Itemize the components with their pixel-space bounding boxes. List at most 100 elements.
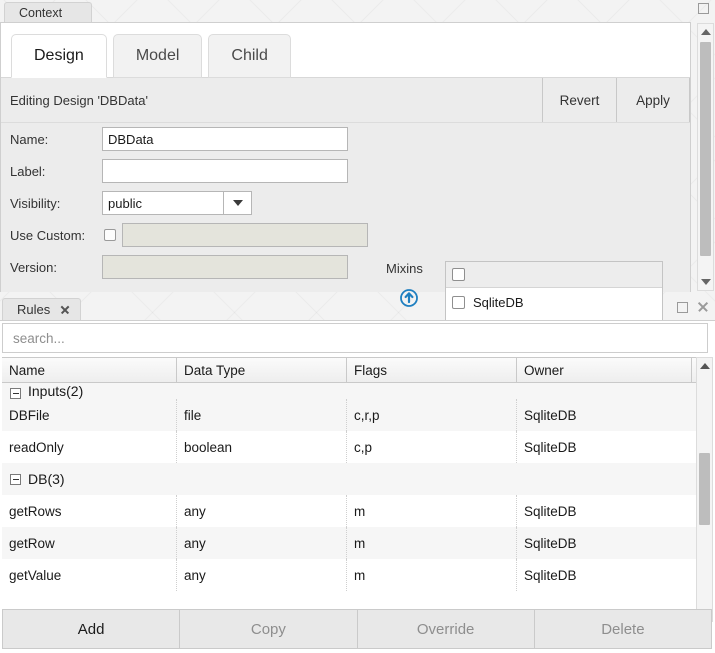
table-group-label: Inputs(2) (28, 383, 84, 399)
version-input (102, 255, 348, 279)
tab-rules-label: Rules (17, 302, 51, 317)
table-group-label: DB(3) (28, 471, 65, 487)
mixins-list-header (446, 262, 662, 288)
column-header-data-type[interactable]: Data Type (177, 358, 347, 382)
tab-design[interactable]: Design (11, 34, 107, 78)
cell-data-type: any (177, 559, 347, 591)
table-group-row[interactable]: DB(3) (2, 463, 712, 495)
visibility-label: Visibility: (10, 195, 61, 211)
copy-button: Copy (180, 610, 358, 648)
tab-design-label: Design (34, 47, 84, 64)
scroll-down-arrow-icon[interactable] (698, 274, 713, 290)
rules-window-controls (677, 301, 709, 313)
override-label: Override (416, 620, 475, 638)
apply-label: Apply (636, 92, 670, 108)
table-row[interactable]: getValue any m SqliteDB (2, 559, 712, 591)
column-header-owner[interactable]: Owner (517, 358, 692, 382)
cell-data-type: any (177, 495, 347, 527)
delete-label: Delete (601, 620, 645, 638)
table-group-row[interactable]: Inputs(2) (2, 383, 712, 399)
tab-context-label: Context (19, 5, 63, 20)
context-scroll-thumb[interactable] (700, 42, 711, 256)
context-body: Design Model Child Editing Design 'DBDat… (0, 22, 691, 415)
context-panel: Context Design Model Child Editing Desig… (0, 0, 715, 415)
cell-name: readOnly (2, 431, 177, 463)
rules-vertical-scrollbar[interactable] (696, 357, 713, 622)
maximize-icon[interactable] (677, 301, 688, 313)
rules-table-body: Inputs(2) DBFile file c,r,p SqliteDB rea… (2, 383, 712, 621)
table-row[interactable]: readOnly boolean c,p SqliteDB (2, 431, 712, 463)
column-header-flags[interactable]: Flags (347, 358, 517, 382)
copy-label: Copy (250, 620, 286, 638)
scroll-up-arrow-icon[interactable] (697, 358, 712, 374)
name-input-value: DBData (108, 131, 154, 147)
rules-panel: Rules Name Data Type Flags Owner Input (0, 296, 715, 653)
add-label: Add (77, 620, 105, 638)
rules-table-header: Name Data Type Flags Owner (2, 357, 712, 383)
rules-scroll-thumb[interactable] (699, 453, 710, 525)
cell-name: DBFile (2, 399, 177, 431)
visibility-select-toggle[interactable] (224, 191, 252, 215)
search-input-field[interactable] (11, 329, 707, 347)
tab-rules[interactable]: Rules (2, 298, 82, 320)
override-button: Override (358, 610, 535, 648)
column-header-name[interactable]: Name (2, 358, 177, 382)
cell-owner: SqliteDB (524, 439, 577, 455)
rules-action-bar: Add Copy Override Delete (2, 609, 712, 649)
field-row-visibility: Visibility: public (1, 187, 381, 219)
field-row-use-custom: Use Custom: (1, 219, 381, 251)
form-fields: Name: DBData Label: Visibility: public U… (1, 123, 381, 283)
cell-name: getValue (2, 559, 177, 591)
cell-flags: c,r,p (347, 399, 517, 431)
add-button[interactable]: Add (3, 610, 181, 648)
maximize-icon[interactable] (698, 3, 709, 14)
close-icon[interactable] (697, 301, 709, 313)
label-input[interactable] (102, 159, 348, 183)
design-model-child-tabs: Design Model Child (1, 23, 690, 78)
cell-data-type: any (177, 527, 347, 559)
visibility-select[interactable]: public (102, 191, 224, 215)
table-row[interactable]: DBFile file c,r,p SqliteDB (2, 399, 712, 431)
cell-owner: SqliteDB (524, 535, 577, 551)
name-input[interactable]: DBData (102, 127, 348, 151)
tab-model-label: Model (135, 47, 180, 64)
context-window-controls (698, 3, 709, 14)
table-row[interactable]: getRows any m SqliteDB (2, 495, 712, 527)
name-label: Name: (10, 131, 49, 147)
tab-child[interactable]: Child (208, 34, 291, 78)
cell-name: getRows (2, 495, 177, 527)
revert-button[interactable]: Revert (542, 78, 616, 122)
editing-status-text: Editing Design 'DBData' (10, 92, 148, 108)
rules-table: Name Data Type Flags Owner Inputs(2) DBF… (2, 357, 712, 622)
cell-flags: m (347, 495, 517, 527)
collapse-icon[interactable] (10, 473, 21, 485)
mixins-select-all-checkbox[interactable] (452, 268, 465, 281)
context-tabstrip: Context (0, 0, 715, 22)
table-row[interactable]: getRow any m SqliteDB (2, 527, 712, 559)
design-form: Name: DBData Label: Visibility: public U… (1, 123, 690, 415)
rules-tabstrip: Rules (0, 296, 715, 320)
context-vertical-scrollbar[interactable] (697, 23, 714, 291)
search-input[interactable] (2, 323, 708, 353)
edit-actions: Revert Apply (542, 78, 690, 122)
collapse-icon[interactable] (10, 388, 21, 399)
cell-name: getRow (2, 527, 177, 559)
tab-model[interactable]: Model (112, 34, 203, 78)
field-row-label: Label: (1, 155, 381, 187)
use-custom-checkbox[interactable] (104, 229, 116, 241)
cell-owner: SqliteDB (524, 503, 577, 519)
tab-close-icon[interactable] (60, 305, 70, 315)
cell-owner: SqliteDB (524, 407, 577, 423)
cell-flags: c,p (347, 431, 517, 463)
apply-button[interactable]: Apply (616, 78, 690, 122)
visibility-select-value: public (108, 195, 142, 211)
label-label: Label: (10, 163, 46, 179)
field-row-name: Name: DBData (1, 123, 381, 155)
scroll-up-arrow-icon[interactable] (698, 24, 713, 40)
use-custom-input (122, 223, 368, 247)
use-custom-label: Use Custom: (10, 227, 86, 243)
cell-data-type: file (177, 399, 347, 431)
delete-button: Delete (535, 610, 711, 648)
cell-flags: m (347, 527, 517, 559)
tab-context[interactable]: Context (4, 2, 92, 22)
